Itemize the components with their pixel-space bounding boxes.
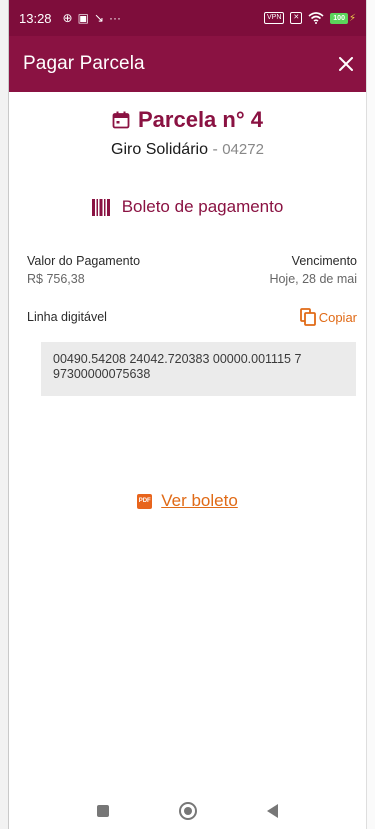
- no-sim-icon: ✕: [290, 12, 303, 24]
- device-frame-left: [0, 0, 9, 829]
- more-notifications-icon: ···: [109, 11, 122, 25]
- status-time: 13:28: [19, 10, 52, 26]
- charging-icon: ⚡: [348, 12, 356, 24]
- payment-info-row: Valor do Pagamento R$ 756,38 Vencimento …: [27, 254, 357, 286]
- copy-button[interactable]: Copiar: [299, 308, 357, 326]
- battery-level: 100: [330, 12, 348, 24]
- copy-label: Copiar: [318, 309, 357, 325]
- linha-digitavel-label: Linha digitável: [27, 310, 107, 324]
- close-button[interactable]: [326, 44, 366, 84]
- status-bar-right: VPN ✕ 100 ⚡: [264, 12, 356, 24]
- vencimento-label: Vencimento: [291, 254, 357, 268]
- vpn-icon: VPN: [264, 12, 285, 24]
- status-bar: 13:28 ⊕ ▣ ↘ ··· VPN ✕ 100 ⚡: [9, 0, 366, 36]
- back-button[interactable]: [267, 804, 278, 818]
- image-notification-icon: ▣: [77, 11, 89, 25]
- system-nav-bar: [9, 793, 366, 829]
- parcela-title: Parcela n° 4: [138, 107, 263, 132]
- boleto-section-label: Boleto de pagamento: [121, 197, 284, 216]
- linha-digitavel-value: 00490.54208 24042.720383 00000.001115 7 …: [41, 342, 356, 396]
- valor-column: Valor do Pagamento R$ 756,38: [27, 254, 140, 286]
- vencimento-value: Hoje, 28 de mai: [269, 272, 357, 286]
- product-code: 04272: [222, 141, 264, 158]
- barcode-icon: [91, 198, 110, 216]
- missed-call-icon: ↘: [93, 11, 105, 25]
- valor-value: R$ 756,38: [27, 272, 85, 286]
- battery-indicator: 100 ⚡: [330, 12, 356, 24]
- copy-icon: [299, 308, 316, 326]
- ver-boleto-label: Ver boleto: [161, 491, 238, 510]
- vencimento-column: Vencimento Hoje, 28 de mai: [269, 254, 357, 286]
- recent-apps-button[interactable]: [97, 805, 109, 817]
- app-bar: Pagar Parcela: [9, 36, 366, 92]
- valor-label: Valor do Pagamento: [27, 254, 141, 268]
- product-separator: -: [212, 141, 218, 158]
- parcela-title-row: Parcela n° 4: [9, 107, 366, 133]
- linha-digitavel-row: Linha digitável Copiar: [27, 308, 357, 326]
- product-line: Giro Solidário - 04272: [9, 141, 366, 159]
- boleto-section-title: Boleto de pagamento: [9, 197, 366, 217]
- location-icon: ⊕: [62, 11, 73, 25]
- home-icon: [184, 807, 192, 815]
- ver-boleto-link[interactable]: PDF Ver boleto: [9, 491, 366, 511]
- device-frame-right: [366, 0, 375, 829]
- screen: 13:28 ⊕ ▣ ↘ ··· VPN ✕ 100 ⚡ Pagar Parcel…: [9, 0, 366, 829]
- close-icon: [339, 57, 353, 71]
- page-title: Pagar Parcela: [23, 53, 145, 74]
- product-name: Giro Solidário: [111, 141, 208, 158]
- calendar-icon: [112, 111, 130, 129]
- wifi-icon: [308, 12, 324, 24]
- parcela-header: Parcela n° 4 Giro Solidário - 04272: [9, 107, 366, 159]
- home-button[interactable]: [179, 802, 197, 820]
- status-bar-left: 13:28 ⊕ ▣ ↘ ···: [19, 11, 121, 26]
- pdf-icon: PDF: [137, 493, 153, 509]
